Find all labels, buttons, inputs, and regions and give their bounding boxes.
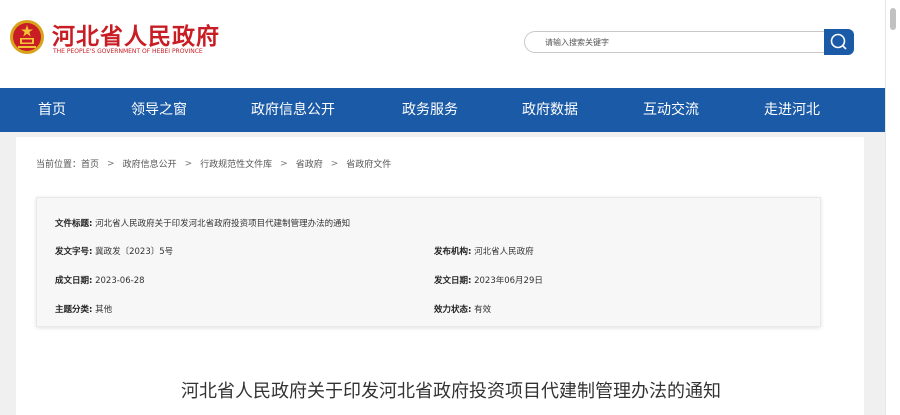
meta-created-row: 成文日期: 2023-06-28: [55, 274, 145, 286]
meta-title-label: 文件标题:: [55, 219, 93, 229]
scrollbar-thumb[interactable]: [890, 8, 896, 30]
meta-title-value: 河北省人民政府关于印发河北省政府投资项目代建制管理办法的通知: [95, 219, 351, 229]
breadcrumb-item-province-docs[interactable]: 省政府文件: [346, 157, 391, 170]
meta-doc-no-row: 发文字号: 冀政发〔2023〕5号: [55, 245, 173, 257]
breadcrumb-separator: >: [107, 158, 115, 169]
meta-published-row: 发文日期: 2023年06月29日: [434, 274, 543, 286]
breadcrumb-prefix: 当前位置：: [36, 160, 82, 170]
meta-status-label: 效力状态:: [434, 305, 472, 315]
meta-created-label: 成文日期:: [55, 276, 93, 286]
breadcrumb-item-info-disclosure[interactable]: 政府信息公开: [123, 157, 177, 170]
page: 河北省人民政府 THE PEOPLE'S GOVERNMENT OF HEBEI…: [0, 0, 900, 415]
breadcrumb: 当前位置： 首页 > 政府信息公开 > 行政规范性文件库 > 省政府 > 省政府…: [36, 157, 391, 171]
search-input[interactable]: [545, 35, 805, 50]
vertical-scrollbar[interactable]: [885, 0, 900, 415]
nav-item-interaction[interactable]: 互动交流: [643, 88, 699, 132]
site-header: 河北省人民政府 THE PEOPLE'S GOVERNMENT OF HEBEI…: [0, 0, 885, 88]
meta-issuer-row: 发布机构: 河北省人民政府: [434, 245, 534, 257]
document-title: 河北省人民政府关于印发河北省政府投资项目代建制管理办法的通知: [181, 381, 721, 402]
search-box: [524, 31, 824, 53]
search-icon: [830, 33, 847, 50]
nav-item-leaders[interactable]: 领导之窗: [131, 88, 187, 132]
meta-created-value: 2023-06-28: [95, 276, 145, 286]
national-emblem-icon[interactable]: [9, 19, 45, 55]
search-button[interactable]: [824, 29, 854, 55]
breadcrumb-item-home[interactable]: 首页: [81, 157, 99, 170]
nav-item-home[interactable]: 首页: [38, 88, 66, 132]
site-name[interactable]: 河北省人民政府: [52, 17, 220, 51]
meta-doc-no-label: 发文字号:: [55, 247, 93, 257]
meta-title-row: 文件标题: 河北省人民政府关于印发河北省政府投资项目代建制管理办法的通知: [55, 217, 350, 229]
meta-published-label: 发文日期:: [434, 276, 472, 286]
breadcrumb-separator: >: [330, 158, 339, 169]
breadcrumb-item-normative-docs[interactable]: 行政规范性文件库: [200, 157, 272, 170]
main-nav: 首页 领导之窗 政府信息公开 政务服务 政府数据 互动交流 走进河北: [0, 88, 885, 132]
meta-status-value: 有效: [474, 305, 492, 315]
nav-item-about-hebei[interactable]: 走进河北: [764, 88, 820, 132]
breadcrumb-separator: >: [280, 158, 288, 169]
meta-topic-row: 主题分类: 其他: [55, 303, 112, 315]
meta-topic-label: 主题分类:: [55, 305, 93, 315]
meta-status-row: 效力状态: 有效: [434, 303, 491, 315]
breadcrumb-item-province-gov[interactable]: 省政府: [296, 157, 323, 170]
site-subtitle: THE PEOPLE'S GOVERNMENT OF HEBEI PROVINC…: [53, 48, 203, 55]
meta-doc-no-value: 冀政发〔2023〕5号: [95, 247, 174, 257]
main-content: 当前位置： 首页 > 政府信息公开 > 行政规范性文件库 > 省政府 > 省政府…: [16, 137, 864, 415]
meta-published-value: 2023年06月29日: [474, 276, 543, 286]
nav-item-info-disclosure[interactable]: 政府信息公开: [251, 88, 335, 132]
meta-topic-value: 其他: [95, 305, 113, 315]
nav-item-data[interactable]: 政府数据: [522, 88, 578, 132]
document-meta-box: 文件标题: 河北省人民政府关于印发河北省政府投资项目代建制管理办法的通知 发文字…: [36, 197, 821, 327]
nav-item-services[interactable]: 政务服务: [402, 88, 458, 132]
meta-issuer-value: 河北省人民政府: [474, 247, 534, 257]
breadcrumb-separator: >: [184, 158, 193, 169]
meta-issuer-label: 发布机构:: [434, 247, 472, 257]
